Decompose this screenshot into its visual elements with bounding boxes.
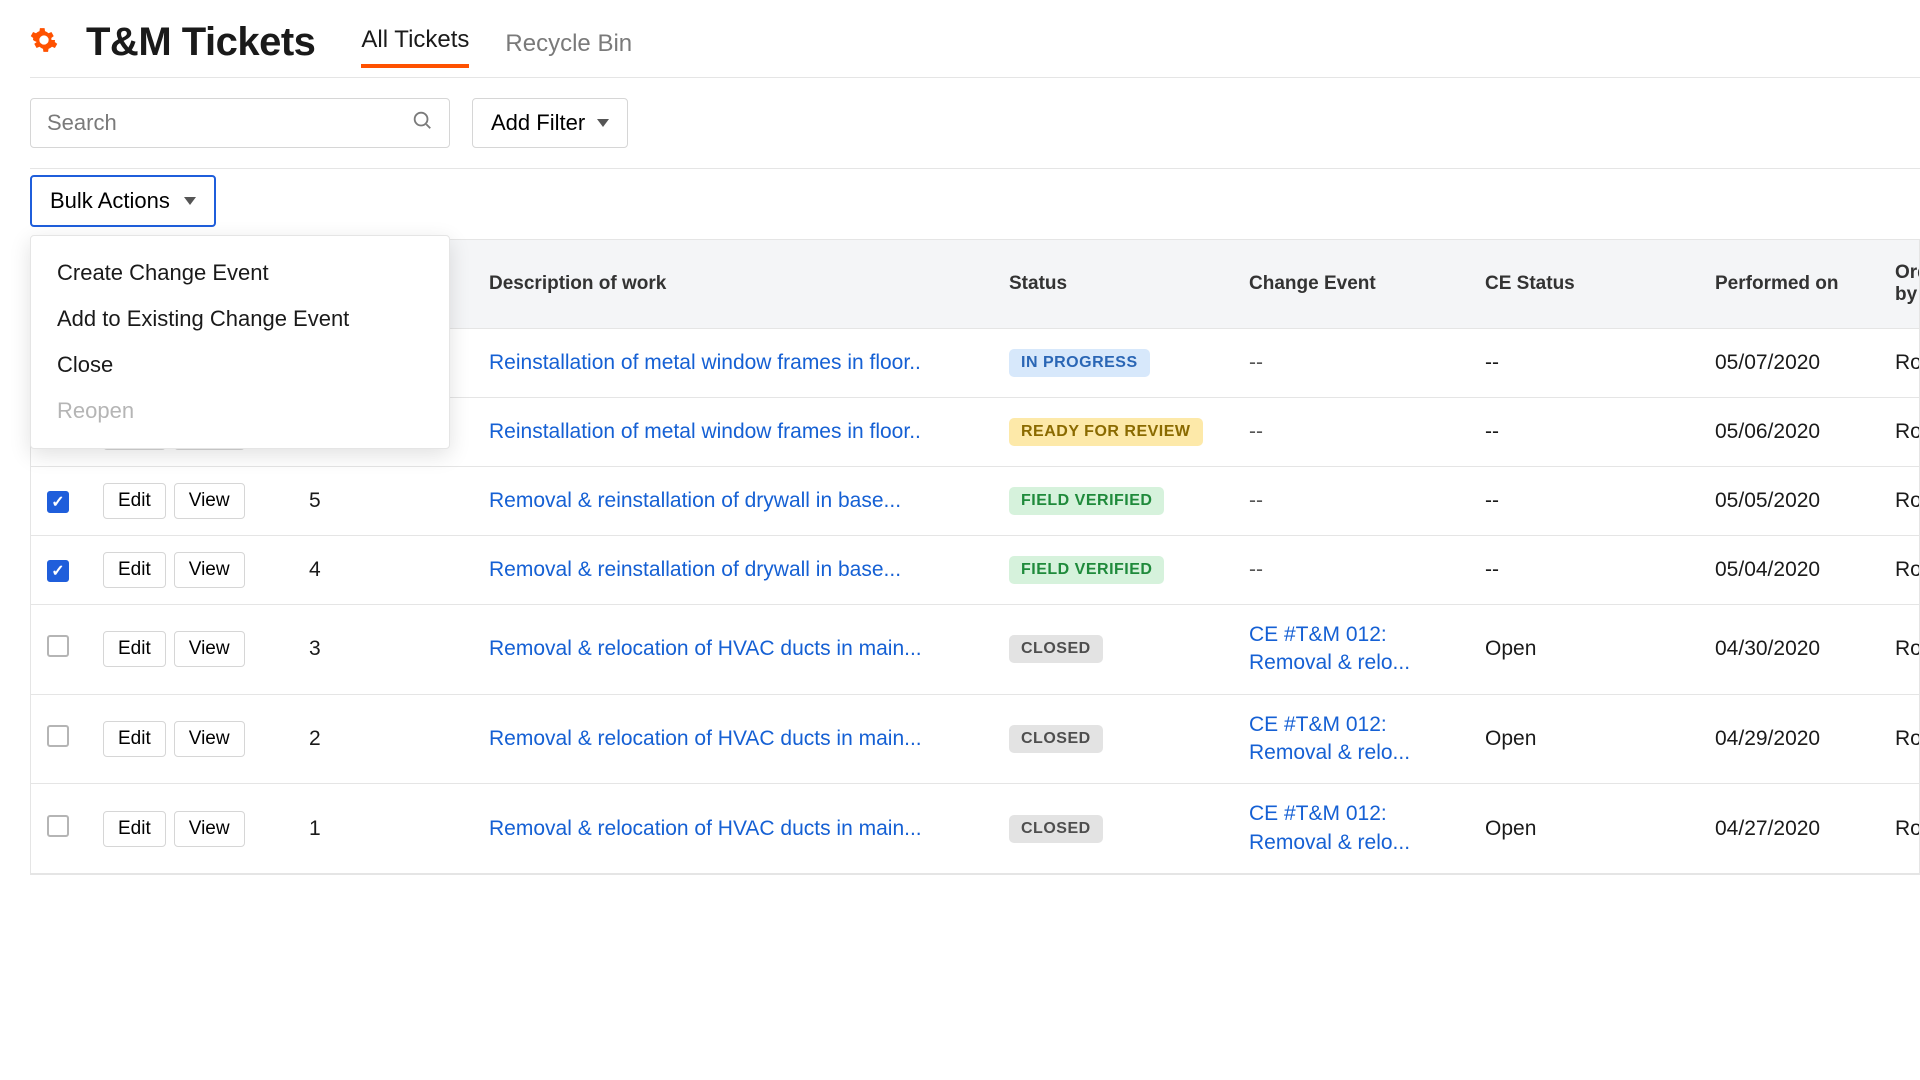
status-badge: CLOSED bbox=[1009, 635, 1103, 663]
search-icon bbox=[411, 109, 433, 137]
bulk-actions-area: Bulk Actions Create Change Event Add to … bbox=[30, 175, 1920, 227]
col-ordered-by[interactable]: Ordered by bbox=[1879, 240, 1920, 329]
col-status[interactable]: Status bbox=[993, 240, 1233, 329]
add-filter-button[interactable]: Add Filter bbox=[472, 98, 628, 148]
performed-on-value: 04/30/2020 bbox=[1699, 605, 1879, 695]
view-button[interactable]: View bbox=[174, 483, 245, 519]
description-link[interactable]: Removal & relocation of HVAC ducts in ma… bbox=[489, 727, 977, 751]
ce-status-value: -- bbox=[1469, 467, 1699, 536]
bulk-menu-create-change-event[interactable]: Create Change Event bbox=[31, 250, 449, 296]
row-number: 5 bbox=[293, 467, 473, 536]
ordered-by-value: Rol bbox=[1879, 605, 1920, 695]
bulk-actions-label: Bulk Actions bbox=[50, 188, 170, 214]
change-event-link[interactable]: CE #T&M 012:Removal & relo... bbox=[1249, 711, 1453, 768]
chevron-down-icon bbox=[597, 119, 609, 127]
description-link[interactable]: Removal & reinstallation of drywall in b… bbox=[489, 558, 977, 582]
row-checkbox[interactable] bbox=[47, 815, 69, 837]
row-checkbox[interactable] bbox=[47, 725, 69, 747]
performed-on-value: 04/27/2020 bbox=[1699, 784, 1879, 874]
edit-button[interactable]: Edit bbox=[103, 631, 166, 667]
view-button[interactable]: View bbox=[174, 811, 245, 847]
ce-status-value: Open bbox=[1469, 605, 1699, 695]
ordered-by-value: Rol bbox=[1879, 329, 1920, 398]
row-number: 1 bbox=[293, 784, 473, 874]
ordered-by-value: Rol bbox=[1879, 467, 1920, 536]
search-input[interactable]: Search bbox=[30, 98, 450, 148]
table-row: Edit View 5 Removal & reinstallation of … bbox=[31, 467, 1920, 536]
description-link[interactable]: Removal & reinstallation of drywall in b… bbox=[489, 489, 977, 513]
col-description[interactable]: Description of work bbox=[473, 240, 993, 329]
search-placeholder: Search bbox=[47, 110, 117, 136]
performed-on-value: 04/29/2020 bbox=[1699, 694, 1879, 784]
view-button[interactable]: View bbox=[174, 552, 245, 588]
performed-on-value: 05/07/2020 bbox=[1699, 329, 1879, 398]
bulk-menu-add-existing-change-event[interactable]: Add to Existing Change Event bbox=[31, 296, 449, 342]
description-link[interactable]: Removal & relocation of HVAC ducts in ma… bbox=[489, 637, 977, 661]
edit-button[interactable]: Edit bbox=[103, 552, 166, 588]
status-badge: READY FOR REVIEW bbox=[1009, 418, 1203, 446]
status-badge: CLOSED bbox=[1009, 815, 1103, 843]
status-badge: CLOSED bbox=[1009, 725, 1103, 753]
status-badge: IN PROGRESS bbox=[1009, 349, 1150, 377]
ordered-by-value: Rol bbox=[1879, 784, 1920, 874]
table-row: Edit View 4 Removal & reinstallation of … bbox=[31, 536, 1920, 605]
bulk-menu-close[interactable]: Close bbox=[31, 342, 449, 388]
view-button[interactable]: View bbox=[174, 721, 245, 757]
page-header: T&M Tickets All Tickets Recycle Bin bbox=[30, 20, 1920, 77]
status-badge: FIELD VERIFIED bbox=[1009, 556, 1164, 584]
ce-status-value: -- bbox=[1469, 398, 1699, 467]
row-checkbox[interactable] bbox=[47, 560, 69, 582]
row-checkbox[interactable] bbox=[47, 635, 69, 657]
page-title: T&M Tickets bbox=[86, 20, 315, 65]
performed-on-value: 05/05/2020 bbox=[1699, 467, 1879, 536]
edit-button[interactable]: Edit bbox=[103, 483, 166, 519]
edit-button[interactable]: Edit bbox=[103, 721, 166, 757]
bulk-actions-button[interactable]: Bulk Actions bbox=[30, 175, 216, 227]
ce-status-value: -- bbox=[1469, 329, 1699, 398]
bulk-actions-menu: Create Change Event Add to Existing Chan… bbox=[30, 235, 450, 449]
change-event-link[interactable]: CE #T&M 012:Removal & relo... bbox=[1249, 621, 1453, 678]
chevron-down-icon bbox=[184, 197, 196, 205]
row-number: 2 bbox=[293, 694, 473, 784]
gear-icon[interactable] bbox=[30, 26, 58, 59]
bulk-menu-reopen: Reopen bbox=[31, 388, 449, 434]
status-badge: FIELD VERIFIED bbox=[1009, 487, 1164, 515]
row-number: 3 bbox=[293, 605, 473, 695]
table-row: Edit View 3 Removal & relocation of HVAC… bbox=[31, 605, 1920, 695]
filter-row: Search Add Filter bbox=[30, 78, 1920, 168]
ordered-by-value: Rol bbox=[1879, 694, 1920, 784]
performed-on-value: 05/06/2020 bbox=[1699, 398, 1879, 467]
col-change-event[interactable]: Change Event bbox=[1233, 240, 1469, 329]
tab-recycle-bin[interactable]: Recycle Bin bbox=[505, 30, 632, 68]
ordered-by-value: Rol bbox=[1879, 398, 1920, 467]
ce-status-value: Open bbox=[1469, 784, 1699, 874]
edit-button[interactable]: Edit bbox=[103, 811, 166, 847]
ordered-by-value: Rol bbox=[1879, 536, 1920, 605]
change-event-value: -- bbox=[1249, 420, 1263, 443]
performed-on-value: 05/04/2020 bbox=[1699, 536, 1879, 605]
change-event-link[interactable]: CE #T&M 012:Removal & relo... bbox=[1249, 800, 1453, 857]
change-event-value: -- bbox=[1249, 351, 1263, 374]
change-event-value: -- bbox=[1249, 489, 1263, 512]
tab-all-tickets[interactable]: All Tickets bbox=[361, 26, 469, 68]
tabs: All Tickets Recycle Bin bbox=[361, 26, 632, 68]
row-number: 4 bbox=[293, 536, 473, 605]
ce-status-value: -- bbox=[1469, 536, 1699, 605]
table-row: Edit View 1 Removal & relocation of HVAC… bbox=[31, 784, 1920, 874]
row-checkbox[interactable] bbox=[47, 491, 69, 513]
ce-status-value: Open bbox=[1469, 694, 1699, 784]
description-link[interactable]: Reinstallation of metal window frames in… bbox=[489, 351, 977, 375]
col-ce-status[interactable]: CE Status bbox=[1469, 240, 1699, 329]
add-filter-label: Add Filter bbox=[491, 110, 585, 136]
divider bbox=[30, 168, 1920, 169]
view-button[interactable]: View bbox=[174, 631, 245, 667]
col-performed-on[interactable]: Performed on bbox=[1699, 240, 1879, 329]
description-link[interactable]: Removal & relocation of HVAC ducts in ma… bbox=[489, 817, 977, 841]
description-link[interactable]: Reinstallation of metal window frames in… bbox=[489, 420, 977, 444]
table-row: Edit View 2 Removal & relocation of HVAC… bbox=[31, 694, 1920, 784]
change-event-value: -- bbox=[1249, 558, 1263, 581]
